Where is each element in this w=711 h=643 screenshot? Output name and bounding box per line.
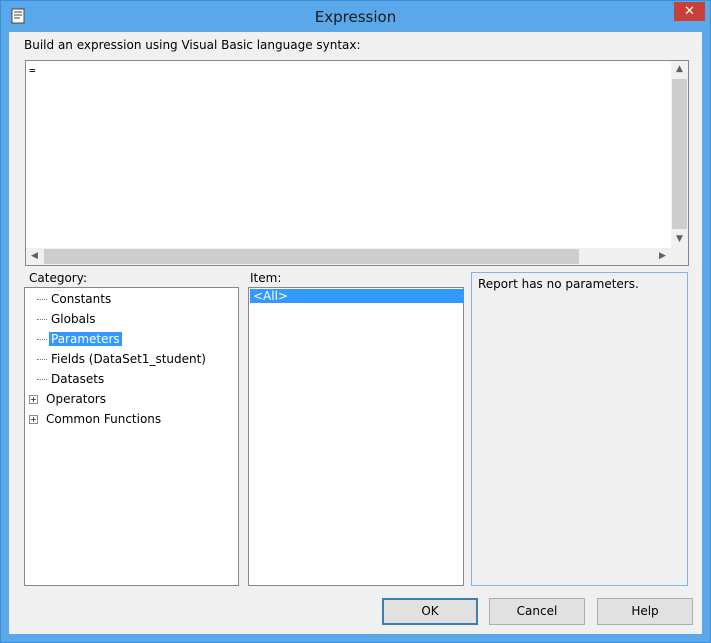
tree-item-label: Common Functions (46, 412, 162, 426)
tree-item-label: Operators (46, 392, 106, 406)
description-text: Report has no parameters. (478, 277, 639, 291)
expression-editor[interactable]: = ▲ ▼ ◀ ▶ (25, 60, 689, 266)
tree-connector-line (37, 359, 47, 360)
item-label: Item: (250, 271, 282, 285)
tree-item-label: Globals (51, 312, 96, 326)
tree-item-datasets[interactable]: Datasets (29, 370, 106, 388)
tree-item-label: Parameters (49, 332, 122, 346)
scroll-down-arrow-icon[interactable]: ▼ (671, 231, 688, 248)
list-item-all[interactable]: <All> (250, 289, 464, 303)
scroll-left-arrow-icon[interactable]: ◀ (26, 248, 43, 265)
scroll-right-arrow-icon[interactable]: ▶ (654, 248, 671, 265)
close-button[interactable]: ✕ (674, 2, 705, 21)
tree-item-label: Constants (51, 292, 112, 306)
vertical-scrollbar[interactable]: ▲ ▼ (671, 61, 688, 248)
tree-item-globals[interactable]: Globals (29, 310, 98, 328)
close-icon: ✕ (684, 4, 695, 19)
tree-item-label: Fields (DataSet1_student) (51, 352, 206, 366)
tree-item-fields-dataset1-student[interactable]: Fields (DataSet1_student) (29, 350, 208, 368)
tree-item-common-functions[interactable]: + Common Functions (29, 410, 163, 428)
expression-prompt: Build an expression using Visual Basic l… (24, 38, 361, 52)
cancel-button[interactable]: Cancel (489, 598, 585, 625)
vertical-scroll-thumb[interactable] (672, 79, 687, 229)
description-panel: Report has no parameters. (471, 272, 688, 586)
scroll-up-arrow-icon[interactable]: ▲ (671, 61, 688, 78)
tree-item-label: Datasets (51, 372, 105, 386)
tree-connector-line (37, 339, 47, 340)
tree-connector-line (37, 379, 47, 380)
dialog-body: Build an expression using Visual Basic l… (9, 32, 702, 634)
tree-connector-line (37, 299, 47, 300)
category-tree[interactable]: Constants Globals Parameters Fields (DataSe… (24, 287, 239, 586)
tree-item-operators[interactable]: + Operators (29, 390, 108, 408)
horizontal-scroll-thumb[interactable] (44, 249, 579, 264)
tree-item-parameters[interactable]: Parameters (29, 330, 122, 348)
expression-text[interactable]: = (29, 64, 36, 77)
expand-plus-icon[interactable]: + (29, 415, 38, 424)
category-label: Category: (29, 271, 87, 285)
expand-plus-icon[interactable]: + (29, 395, 38, 404)
tree-item-constants[interactable]: Constants (29, 290, 113, 308)
scrollbar-corner (671, 248, 688, 265)
item-list[interactable]: <All> (248, 287, 464, 586)
help-button[interactable]: Help (597, 598, 693, 625)
expression-dialog: Expression ✕ Build an expression using V… (0, 0, 711, 643)
horizontal-scrollbar[interactable]: ◀ ▶ (26, 248, 671, 265)
ok-button[interactable]: OK (382, 598, 478, 625)
tree-connector-line (37, 319, 47, 320)
window-title: Expression (314, 8, 397, 26)
title-bar[interactable]: Expression ✕ (1, 1, 710, 32)
